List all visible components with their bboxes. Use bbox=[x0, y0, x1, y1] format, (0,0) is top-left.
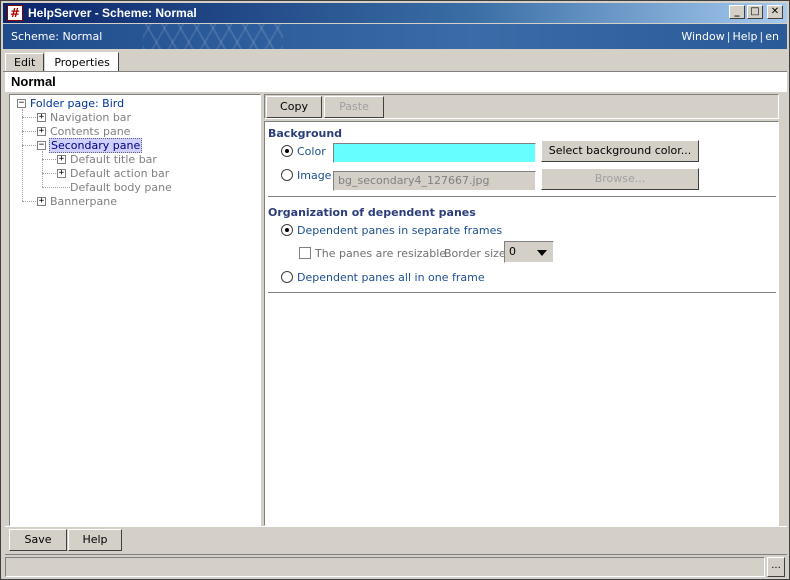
scheme-label: Scheme: Normal bbox=[11, 30, 103, 43]
collapse-icon[interactable]: − bbox=[37, 140, 46, 150]
tree-label: Default body pane bbox=[70, 180, 172, 194]
maximize-button[interactable]: □ bbox=[747, 5, 763, 19]
tree-label: Default action bar bbox=[70, 166, 170, 180]
help-button[interactable]: Help bbox=[68, 529, 122, 551]
tab-properties[interactable]: Properties bbox=[45, 52, 119, 71]
menu-language[interactable]: en bbox=[763, 30, 781, 43]
expand-icon[interactable]: + bbox=[37, 126, 46, 136]
border-size-label: Border size bbox=[444, 247, 506, 260]
tree-item-default-title-bar[interactable]: + Default title bar bbox=[57, 152, 158, 166]
tree-item-bannerpane[interactable]: + Bannerpane bbox=[37, 194, 118, 208]
resizable-checkbox[interactable] bbox=[299, 247, 311, 259]
tree-item-default-action-bar[interactable]: + Default action bar bbox=[57, 166, 170, 180]
page-header: Normal bbox=[5, 72, 787, 92]
scheme-banner: Scheme: Normal Window | Help | en bbox=[3, 24, 787, 49]
collapse-icon[interactable]: − bbox=[17, 98, 26, 108]
save-button[interactable]: Save bbox=[9, 529, 67, 551]
background-section-title: Background bbox=[268, 127, 343, 140]
menu-window[interactable]: Window bbox=[679, 30, 726, 43]
image-field[interactable]: bg_secondary4_127667.jpg bbox=[333, 171, 536, 191]
status-field bbox=[5, 557, 765, 577]
tab-strip: Edit Properties bbox=[5, 52, 120, 71]
organization-section-title: Organization of dependent panes bbox=[268, 206, 476, 219]
window-controls: _ □ ✕ bbox=[729, 5, 783, 19]
tree-item-contents-pane[interactable]: + Contents pane bbox=[37, 124, 131, 138]
color-swatch-field[interactable] bbox=[333, 143, 536, 163]
title-bar: # HelpServer - Scheme: Normal _ □ ✕ bbox=[3, 3, 787, 23]
image-radio[interactable] bbox=[281, 169, 293, 181]
tree-label: Contents pane bbox=[50, 124, 131, 138]
border-size-value: 0 bbox=[509, 245, 516, 258]
tree-connector bbox=[22, 117, 36, 118]
menu-separator: | bbox=[726, 30, 731, 43]
tree-connector bbox=[42, 187, 70, 188]
edit-toolbar: Copy Paste bbox=[264, 94, 779, 119]
page-title: Normal bbox=[11, 74, 56, 89]
image-label: Image bbox=[297, 169, 332, 182]
helpserver-logo-icon: # bbox=[7, 5, 23, 21]
tree-connector bbox=[42, 173, 56, 174]
copy-button[interactable]: Copy bbox=[266, 96, 322, 118]
tree-label: Secondary pane bbox=[49, 137, 143, 153]
separate-frames-radio[interactable] bbox=[281, 224, 293, 236]
window-title: HelpServer - Scheme: Normal bbox=[28, 6, 197, 20]
tree-label: Folder page: Bird bbox=[30, 96, 125, 110]
tree-item-secondary-pane[interactable]: − Secondary pane bbox=[37, 137, 143, 153]
section-divider bbox=[268, 196, 776, 197]
one-frame-label: Dependent panes all in one frame bbox=[297, 271, 485, 284]
color-label: Color bbox=[297, 145, 326, 158]
banner-menu: Window | Help | en bbox=[679, 30, 781, 43]
expand-icon[interactable]: + bbox=[57, 168, 66, 178]
tree-item-navigation-bar[interactable]: + Navigation bar bbox=[37, 110, 132, 124]
color-radio[interactable] bbox=[281, 145, 293, 157]
separate-frames-label: Dependent panes in separate frames bbox=[297, 224, 503, 237]
paste-button[interactable]: Paste bbox=[324, 96, 384, 118]
expand-icon[interactable]: + bbox=[37, 196, 46, 206]
expand-icon[interactable]: + bbox=[57, 154, 66, 164]
tree-connector bbox=[42, 151, 43, 187]
dropdown-arrow-icon bbox=[537, 250, 547, 256]
border-size-select[interactable]: 0 bbox=[504, 241, 554, 263]
tree-item-folder-page[interactable]: − Folder page: Bird bbox=[17, 96, 125, 110]
section-divider bbox=[268, 292, 776, 293]
tab-edit[interactable]: Edit bbox=[5, 53, 45, 71]
tree-connector bbox=[22, 201, 36, 202]
close-button[interactable]: ✕ bbox=[767, 5, 783, 19]
tree-connector bbox=[22, 145, 36, 146]
scheme-tree: − Folder page: Bird + Navigation bar + C… bbox=[9, 94, 261, 526]
resizable-label: The panes are resizable bbox=[315, 247, 447, 260]
tree-connector bbox=[22, 131, 36, 132]
select-background-color-button[interactable]: Select background color... bbox=[541, 140, 699, 162]
status-bar: ... bbox=[5, 554, 787, 578]
status-more-button[interactable]: ... bbox=[767, 557, 785, 577]
menu-separator: | bbox=[759, 30, 764, 43]
tree-label: Navigation bar bbox=[50, 110, 132, 124]
tree-item-default-body-pane[interactable]: Default body pane bbox=[69, 180, 173, 194]
tree-connector bbox=[22, 109, 23, 201]
minimize-button[interactable]: _ bbox=[729, 5, 745, 19]
footer-bar: Save Help bbox=[5, 526, 787, 553]
menu-help[interactable]: Help bbox=[730, 30, 759, 43]
tree-label: Bannerpane bbox=[50, 194, 117, 208]
tree-label: Default title bar bbox=[70, 152, 157, 166]
tree-connector bbox=[42, 159, 56, 160]
one-frame-radio[interactable] bbox=[281, 271, 293, 283]
browse-button[interactable]: Browse... bbox=[541, 168, 699, 190]
app-window: # HelpServer - Scheme: Normal _ □ ✕ Sche… bbox=[0, 0, 790, 580]
expand-icon[interactable]: + bbox=[37, 112, 46, 122]
properties-panel: Background Color Select background color… bbox=[264, 121, 779, 526]
